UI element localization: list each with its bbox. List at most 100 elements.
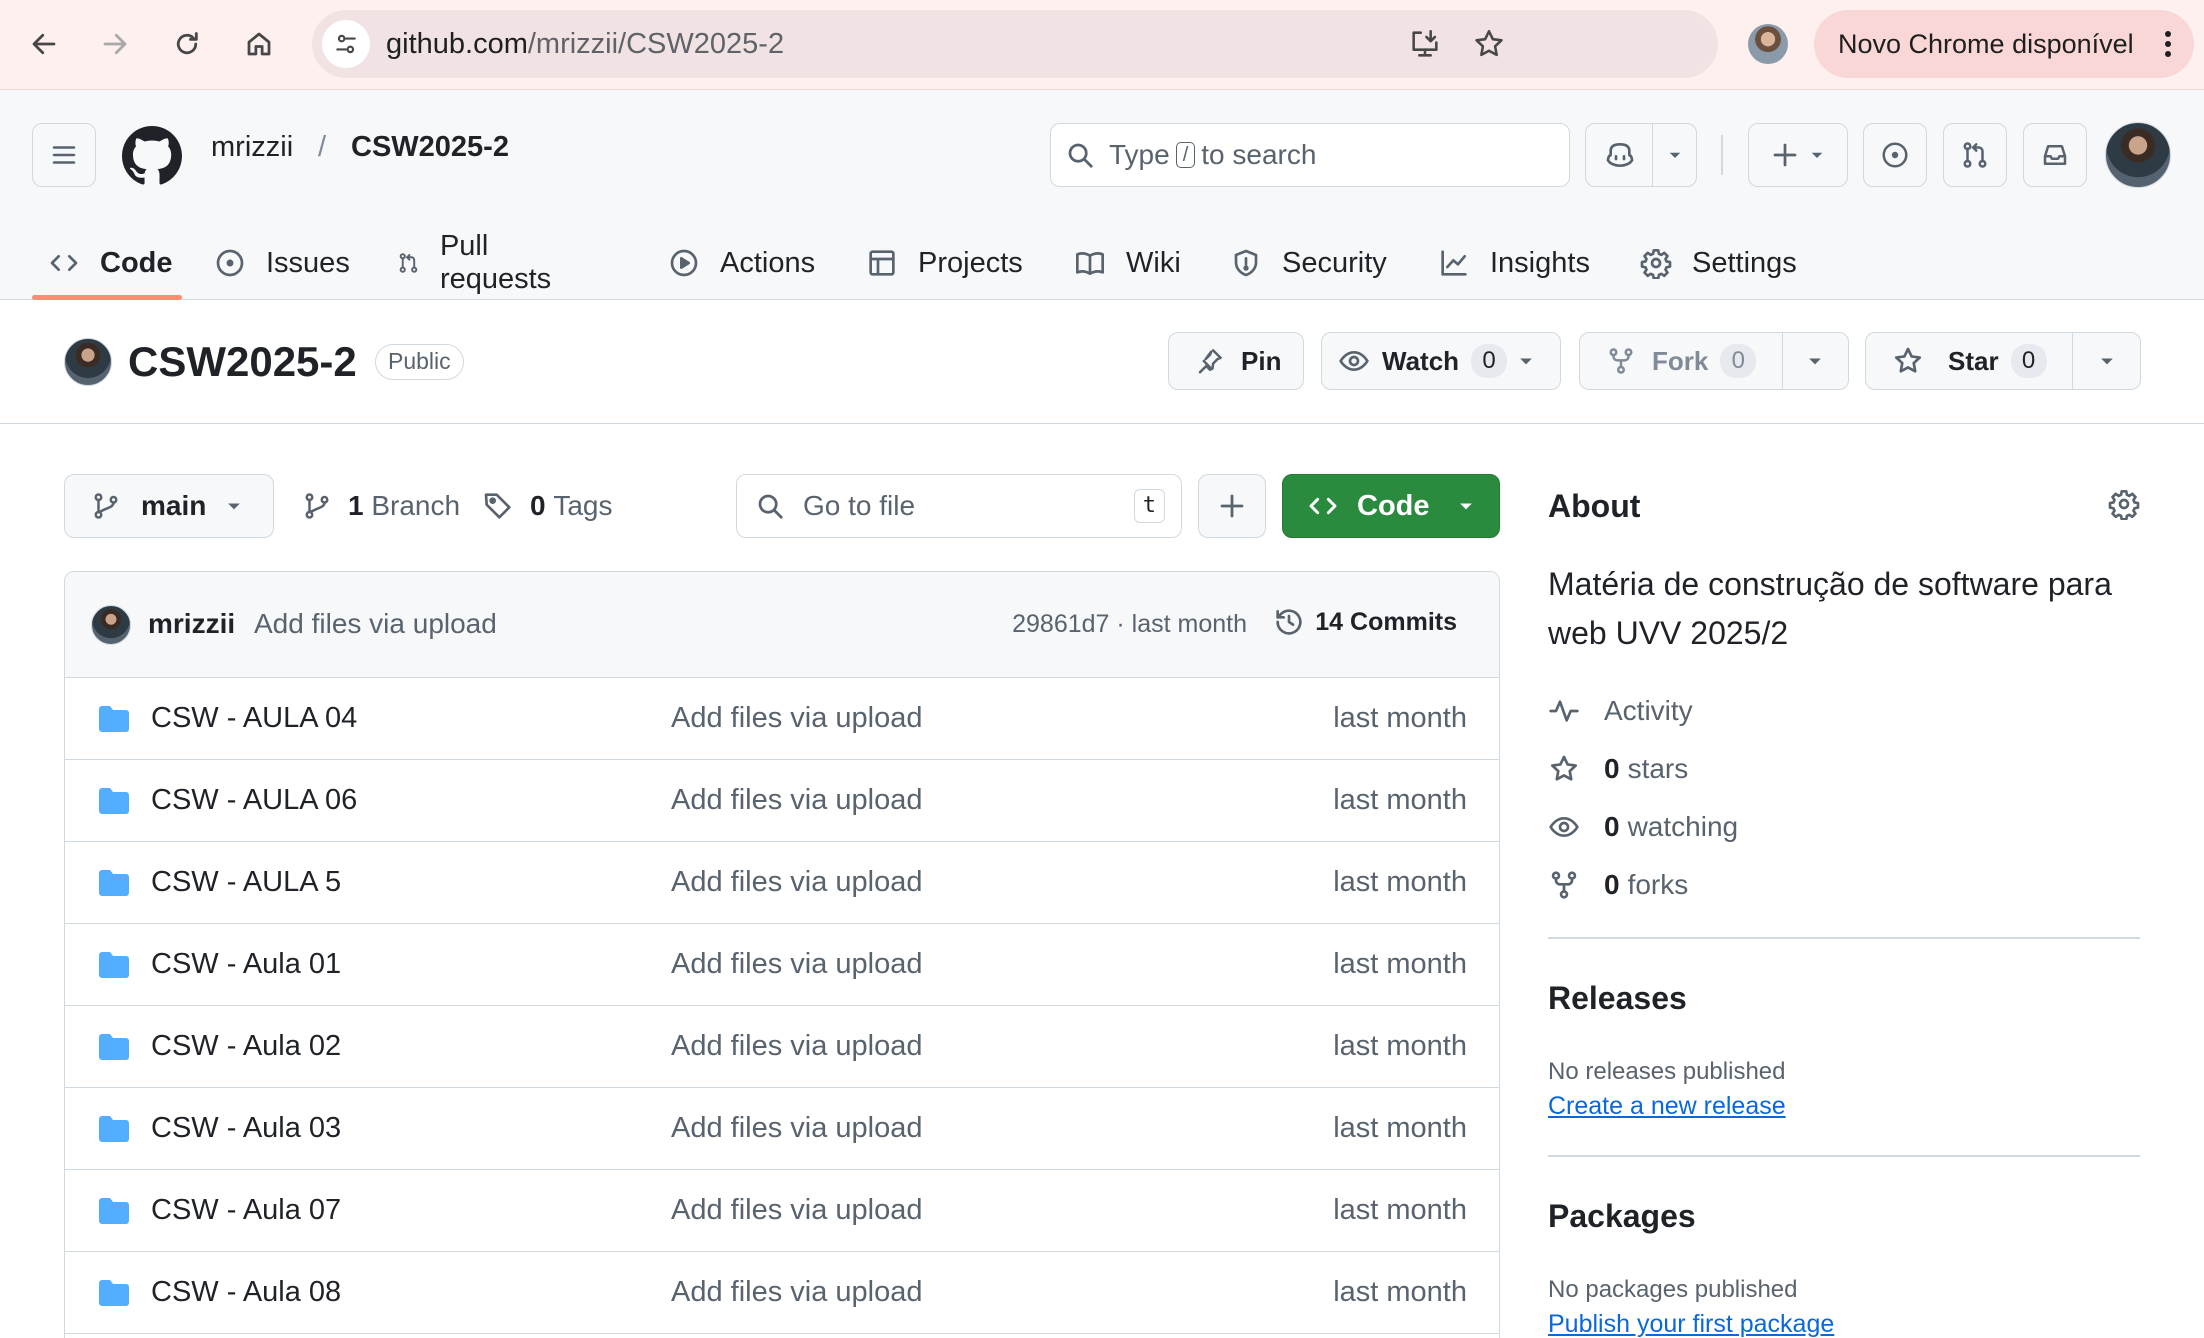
- file-name[interactable]: CSW - Aula 08: [151, 1276, 341, 1309]
- releases-heading[interactable]: Releases: [1548, 980, 1687, 1017]
- tags-link[interactable]: 0 Tags: [482, 474, 613, 538]
- stars-label: stars: [1627, 753, 1689, 784]
- tab-code[interactable]: Code: [48, 226, 173, 300]
- file-row[interactable]: CSW - AULA 04 Add files via upload last …: [65, 678, 1499, 760]
- reload-button[interactable]: [160, 17, 214, 71]
- git-branch-icon: [94, 493, 118, 519]
- forward-button[interactable]: [88, 17, 142, 71]
- install-app-button[interactable]: [1408, 27, 1442, 61]
- branches-link[interactable]: 1 Branch: [302, 474, 460, 538]
- file-commit-message[interactable]: Add files via upload: [671, 784, 923, 817]
- chrome-update-button[interactable]: Novo Chrome disponível: [1814, 10, 2194, 78]
- star-button[interactable]: Star 0: [1865, 332, 2141, 390]
- inbox-button[interactable]: [2023, 123, 2087, 187]
- breadcrumb-owner[interactable]: mrizzii: [211, 130, 293, 164]
- repo-owner-avatar[interactable]: [64, 338, 112, 386]
- file-row[interactable]: CSW - Aula 01 Add files via upload last …: [65, 924, 1499, 1006]
- back-button[interactable]: [17, 17, 71, 71]
- file-date: last month: [1333, 1276, 1467, 1308]
- star-icon: [1894, 347, 1922, 373]
- code-dropdown-button[interactable]: Code: [1282, 474, 1500, 538]
- tab-wiki[interactable]: Wiki: [1074, 226, 1181, 300]
- commit-message[interactable]: Add files via upload: [254, 608, 497, 640]
- file-row[interactable]: CSW - Aula 07 Add files via upload last …: [65, 1170, 1499, 1252]
- stars-link[interactable]: 0 stars: [1548, 749, 1688, 789]
- chrome-profile-avatar[interactable]: [1748, 24, 1788, 64]
- branch-name: main: [141, 490, 207, 521]
- watching-link[interactable]: 0 watching: [1548, 807, 1738, 847]
- commit-author-avatar[interactable]: [91, 605, 131, 645]
- plus-icon: [1773, 143, 1797, 167]
- repo-name[interactable]: CSW2025-2: [128, 338, 357, 386]
- add-file-button[interactable]: [1198, 474, 1266, 538]
- tag-count: 0: [530, 490, 546, 521]
- forks-link[interactable]: 0 forks: [1548, 865, 1688, 905]
- file-name[interactable]: CSW - AULA 5: [151, 866, 341, 899]
- site-info-button[interactable]: [322, 20, 370, 68]
- file-name[interactable]: CSW - Aula 03: [151, 1112, 341, 1145]
- copilot-button[interactable]: [1585, 123, 1697, 187]
- file-row[interactable]: CSW - AULA 06 Add files via upload last …: [65, 760, 1499, 842]
- commits-history-link[interactable]: 14 Commits: [1273, 606, 1457, 638]
- file-name[interactable]: CSW - Aula 02: [151, 1030, 341, 1063]
- tab-pull-requests[interactable]: Pull requests: [397, 226, 560, 300]
- tab-insights[interactable]: Insights: [1438, 226, 1590, 300]
- publish-package-link[interactable]: Publish your first package: [1548, 1310, 1834, 1338]
- create-release-link[interactable]: Create a new release: [1548, 1092, 1786, 1121]
- file-row[interactable]: CSW - Aula 08 Add files via upload last …: [65, 1252, 1499, 1334]
- tab-issues[interactable]: Issues: [214, 226, 350, 300]
- github-logo-icon[interactable]: [122, 126, 182, 186]
- home-button[interactable]: [232, 17, 286, 71]
- go-to-file-input[interactable]: Go to file t: [736, 474, 1182, 538]
- packages-heading[interactable]: Packages: [1548, 1198, 1696, 1235]
- file-commit-message[interactable]: Add files via upload: [671, 866, 923, 899]
- tab-settings[interactable]: Settings: [1640, 226, 1797, 300]
- watch-button[interactable]: Watch 0: [1321, 332, 1561, 390]
- file-name[interactable]: CSW - Aula 01: [151, 948, 341, 981]
- folder-icon: [99, 706, 129, 732]
- activity-link[interactable]: Activity: [1548, 691, 1693, 731]
- branch-select-button[interactable]: main: [64, 474, 274, 538]
- file-commit-message[interactable]: Add files via upload: [671, 1276, 923, 1309]
- tab-actions[interactable]: Actions: [668, 226, 815, 300]
- tab-security[interactable]: Security: [1230, 226, 1387, 300]
- commit-hash-date[interactable]: 29861d7 · last month: [1012, 610, 1247, 639]
- fork-label: Fork: [1652, 345, 1709, 376]
- file-commit-message[interactable]: Add files via upload: [671, 948, 923, 981]
- create-new-button[interactable]: [1748, 123, 1848, 187]
- pull-requests-button[interactable]: [1943, 123, 2007, 187]
- file-commit-message[interactable]: Add files via upload: [671, 1030, 923, 1063]
- file-row[interactable]: CSW - AULA 5 Add files via upload last m…: [65, 842, 1499, 924]
- file-name[interactable]: CSW - Aula 07: [151, 1194, 341, 1227]
- issue-opened-icon: [1882, 142, 1908, 168]
- breadcrumb-repo[interactable]: CSW2025-2: [351, 130, 509, 164]
- commit-author[interactable]: mrizzii: [148, 608, 235, 640]
- watching-count: 0: [1604, 811, 1620, 842]
- search-input[interactable]: Type / to search: [1050, 123, 1570, 187]
- releases-empty-text: No releases published: [1548, 1058, 1786, 1085]
- watch-main[interactable]: Watch 0: [1322, 333, 1512, 389]
- file-commit-message[interactable]: Add files via upload: [671, 702, 923, 735]
- file-commit-message[interactable]: Add files via upload: [671, 1112, 923, 1145]
- tab-projects[interactable]: Projects: [866, 226, 1023, 300]
- repo-forked-icon: [1609, 348, 1633, 374]
- address-bar[interactable]: github.com/mrizzii/CSW2025-2: [312, 10, 1718, 78]
- bookmark-button[interactable]: [1472, 27, 1506, 61]
- fork-main[interactable]: Fork 0: [1580, 333, 1782, 389]
- issues-button[interactable]: [1863, 123, 1927, 187]
- user-avatar[interactable]: [2105, 122, 2171, 188]
- fork-button[interactable]: Fork 0: [1579, 332, 1849, 390]
- file-date: last month: [1333, 702, 1467, 734]
- file-row[interactable]: CSW - Aula 03 Add files via upload last …: [65, 1088, 1499, 1170]
- hamburger-menu-button[interactable]: [32, 123, 96, 187]
- branch-label: Branch: [371, 490, 461, 521]
- pin-button[interactable]: Pin: [1168, 332, 1304, 390]
- star-main[interactable]: Star 0: [1866, 333, 2072, 389]
- file-name[interactable]: CSW - AULA 04: [151, 702, 357, 735]
- file-commit-message[interactable]: Add files via upload: [671, 1194, 923, 1227]
- table-icon: [869, 250, 895, 276]
- file-row[interactable]: CSW - Aula 02 Add files via upload last …: [65, 1006, 1499, 1088]
- edit-about-button[interactable]: [2108, 488, 2140, 520]
- url-text[interactable]: github.com/mrizzii/CSW2025-2: [386, 10, 784, 78]
- file-name[interactable]: CSW - AULA 06: [151, 784, 357, 817]
